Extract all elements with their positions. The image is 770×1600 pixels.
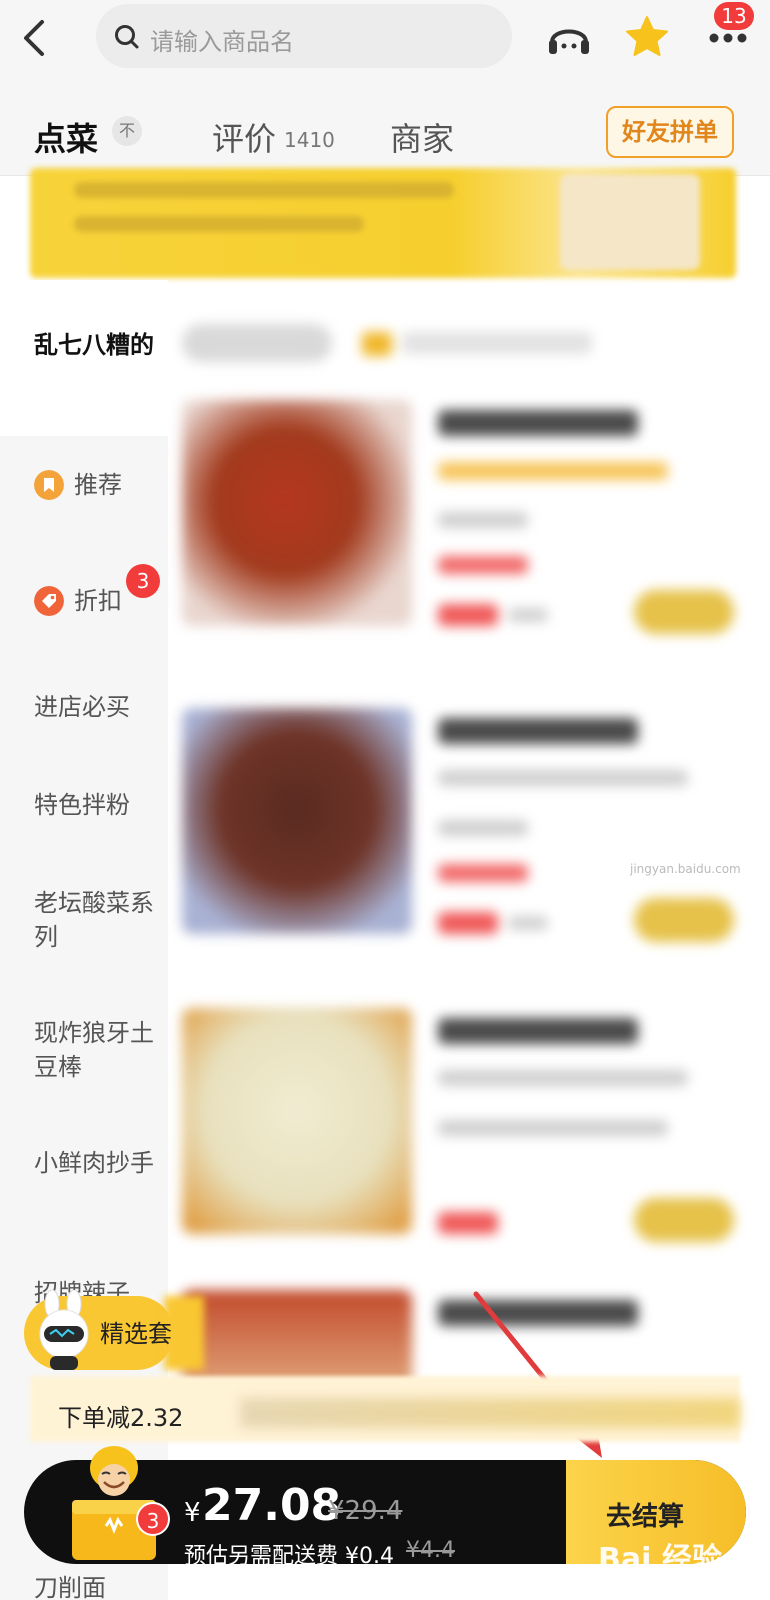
- discount-text: 下单减2.32: [58, 1404, 184, 1432]
- banner-image: [560, 174, 700, 270]
- tab-merchant[interactable]: 商家: [390, 114, 454, 160]
- tab-bar: 点菜 不 评价 1410 商家 好友拼单: [0, 78, 770, 176]
- pin-top-icon[interactable]: 不: [112, 116, 142, 146]
- category-item[interactable]: 特色拌粉: [34, 788, 160, 822]
- review-count: 1410: [284, 128, 335, 152]
- cart-original-price: ¥29.4: [328, 1496, 403, 1526]
- category-item[interactable]: 进店必买: [34, 690, 160, 724]
- search-placeholder: 请输入商品名: [150, 28, 294, 56]
- dish-item[interactable]: [178, 1008, 768, 1248]
- customer-service-icon[interactable]: [546, 18, 592, 58]
- delivery-fee-text: 预估另需配送费 ¥0.4: [184, 1544, 394, 1569]
- dish-list: [168, 280, 770, 1420]
- category-item[interactable]: 刀削面: [34, 1568, 106, 1600]
- add-dish-button[interactable]: [634, 898, 734, 942]
- tab-menu[interactable]: 点菜: [34, 114, 98, 160]
- back-arrow-icon[interactable]: [18, 18, 54, 58]
- combo-promo-label: 精选套: [100, 1320, 172, 1348]
- dish-item[interactable]: [178, 708, 768, 948]
- category-item[interactable]: 现炸狼牙土豆棒: [34, 1016, 160, 1084]
- top-bar: 请输入商品名 13: [0, 0, 770, 78]
- dish-item[interactable]: [178, 400, 768, 640]
- banner-line: [74, 216, 364, 232]
- category-item[interactable]: 老坛酸菜系列: [34, 886, 160, 954]
- rabbit-mascot-icon: [39, 1290, 89, 1370]
- search-input[interactable]: 请输入商品名: [96, 4, 512, 68]
- price-currency: ¥: [184, 1498, 201, 1528]
- dish-image: [182, 1008, 412, 1234]
- favorite-star-icon[interactable]: [624, 14, 670, 60]
- add-dish-button[interactable]: [634, 590, 734, 634]
- filter-bar[interactable]: [182, 324, 592, 362]
- notification-badge: 13: [714, 2, 754, 30]
- discount-detail: [240, 1398, 740, 1428]
- dish-image: [182, 400, 412, 626]
- cart-total-price: 27.08: [202, 1480, 342, 1531]
- discount-tag-icon: [34, 586, 64, 616]
- banner-line: [74, 182, 454, 198]
- promo-banner[interactable]: [30, 168, 736, 278]
- group-order-button[interactable]: 好友拼单: [606, 106, 734, 158]
- tab-reviews[interactable]: 评价: [212, 114, 276, 160]
- category-item[interactable]: 乱七八糟的: [34, 328, 160, 362]
- checkout-label: 去结算: [606, 1502, 685, 1532]
- search-icon: [115, 25, 139, 49]
- delivery-fee-original: ¥4.4: [406, 1538, 455, 1563]
- dish-image: [182, 708, 412, 934]
- baidu-watermark: Bai 经验: [598, 1542, 722, 1577]
- delivery-box-icon[interactable]: [68, 1434, 160, 1566]
- add-dish-button[interactable]: [634, 1198, 734, 1242]
- category-item[interactable]: 小鲜肉抄手: [34, 1146, 160, 1180]
- category-badge: 3: [126, 564, 160, 598]
- bookmark-icon: [34, 470, 64, 500]
- watermark-url: jingyan.baidu.com: [630, 862, 741, 876]
- cart-count-badge: 3: [136, 1502, 170, 1536]
